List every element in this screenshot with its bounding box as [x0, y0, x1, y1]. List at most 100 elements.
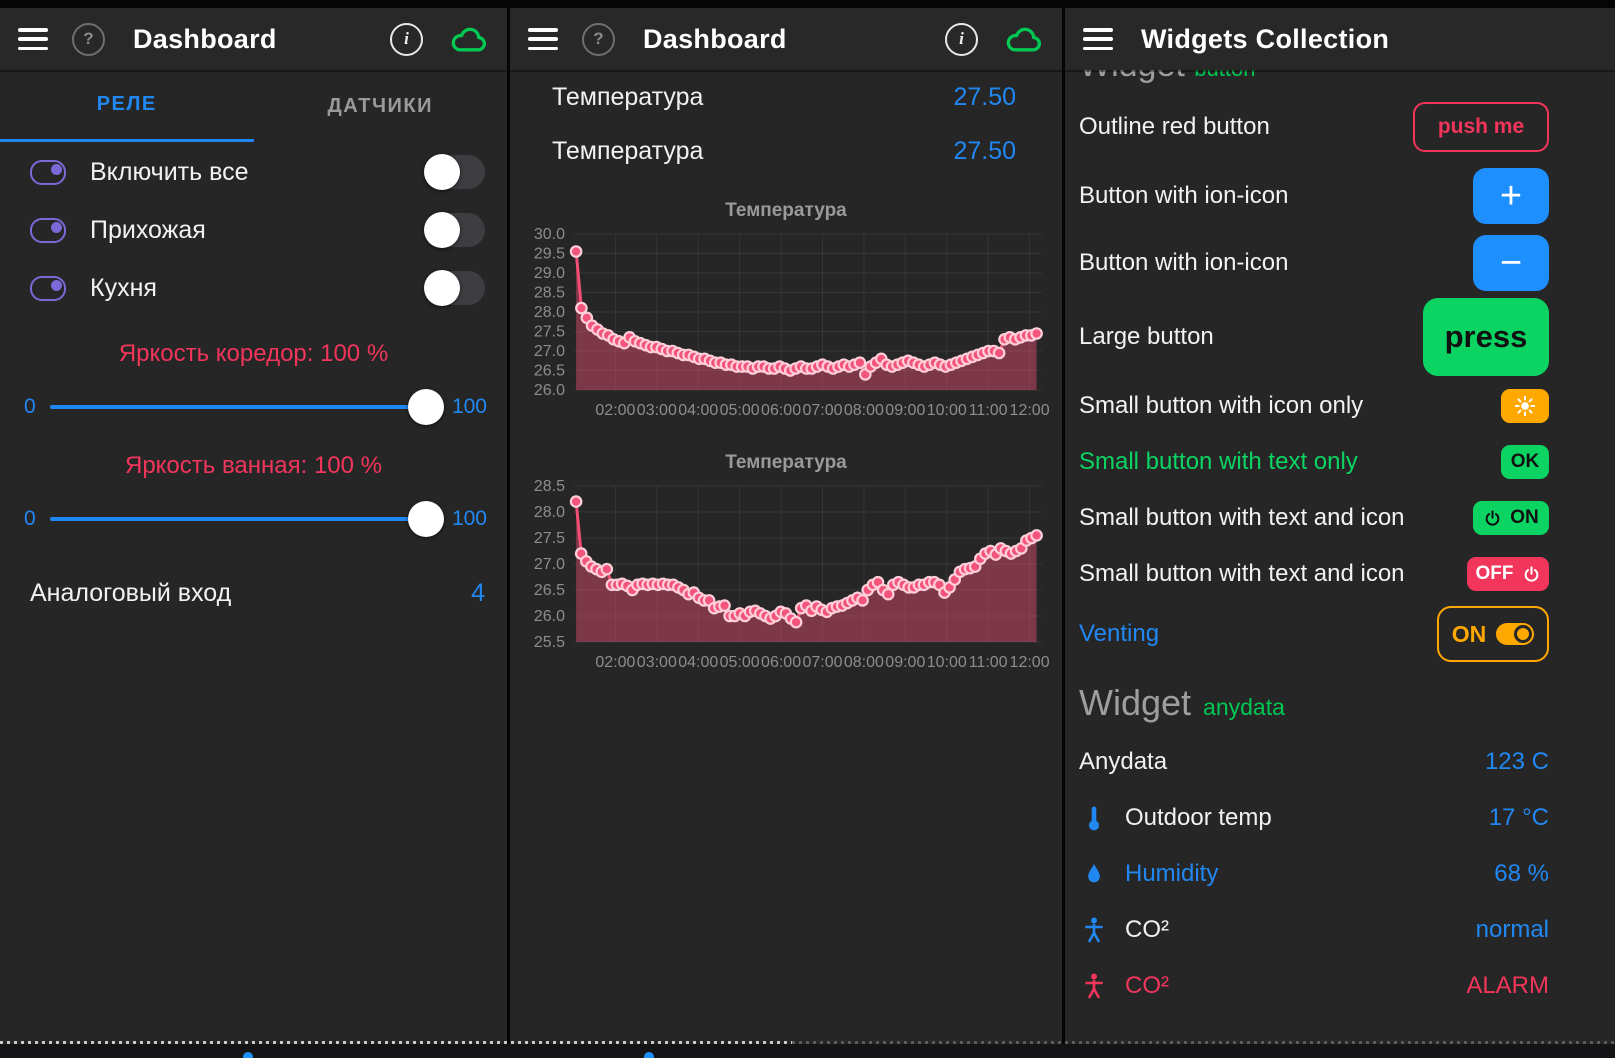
svg-text:02:00: 02:00 — [595, 654, 635, 671]
widget-row: Venting ON — [1065, 602, 1615, 666]
value-label: Температура — [552, 137, 703, 166]
analog-input-value: 4 — [471, 579, 485, 608]
thermometer-icon — [1083, 804, 1105, 832]
widget-label: Outline red button — [1079, 113, 1270, 141]
data-label: CO² — [1125, 972, 1466, 1000]
svg-text:11:00: 11:00 — [969, 654, 1008, 671]
widget-label: Venting — [1079, 620, 1159, 648]
switch-all-toggle[interactable] — [427, 155, 485, 189]
clipped-section-heading: Widget button — [1065, 70, 1615, 92]
value-label: Температура — [552, 83, 703, 112]
info-icon[interactable]: i — [390, 23, 423, 56]
data-value: normal — [1476, 916, 1549, 944]
menu-icon[interactable] — [18, 28, 48, 50]
svg-text:28.0: 28.0 — [534, 304, 565, 321]
temperature-chart-1[interactable]: 26.026.527.027.528.028.529.029.530.002:0… — [516, 226, 1056, 426]
svg-text:26.5: 26.5 — [534, 363, 565, 380]
widget-row: Small button with text and icon ON — [1065, 490, 1615, 546]
data-label: Outdoor temp — [1125, 804, 1489, 832]
svg-text:04:00: 04:00 — [678, 654, 718, 671]
widget-label: Small button with text and icon — [1079, 504, 1405, 532]
app-bar: ? Dashboard i — [510, 8, 1062, 70]
water-drop-icon — [1084, 861, 1104, 887]
section-heading-anydata: Widget anydata — [1079, 682, 1615, 728]
slider-handle[interactable] — [408, 389, 444, 425]
slider-corridor-label: Яркость коредор: 100 % — [0, 340, 507, 368]
status-bar — [510, 0, 1062, 8]
svg-text:29.5: 29.5 — [534, 246, 565, 263]
svg-text:06:00: 06:00 — [761, 654, 801, 671]
svg-text:12:00: 12:00 — [1010, 402, 1050, 419]
slider-min: 0 — [24, 507, 36, 531]
panel-dashboard-middle: ? Dashboard i Температура 27.50 Температ… — [510, 0, 1062, 1058]
svg-text:09:00: 09:00 — [885, 654, 925, 671]
page-title: Widgets Collection — [1141, 24, 1597, 55]
switch-row-all: Включить все — [0, 144, 507, 200]
svg-text:26.0: 26.0 — [534, 608, 565, 625]
widget-label: Button with ion-icon — [1079, 249, 1288, 277]
switch-hallway-toggle[interactable] — [427, 213, 485, 247]
switch-row-kitchen: Кухня — [0, 260, 507, 316]
svg-text:28.5: 28.5 — [534, 478, 565, 495]
data-label: CO² — [1125, 916, 1476, 944]
on-button[interactable]: ON — [1473, 501, 1549, 535]
widget-row: Large button press — [1065, 296, 1615, 378]
switch-label: Включить все — [90, 158, 427, 187]
data-value: 17 °C — [1489, 804, 1549, 832]
tab-datchiki[interactable]: ДАТЧИКИ — [254, 70, 508, 142]
data-row-humidity: Humidity 68 % — [1065, 846, 1615, 902]
press-button[interactable]: press — [1423, 298, 1549, 376]
help-icon[interactable]: ? — [582, 23, 615, 56]
data-label: Humidity — [1125, 860, 1494, 888]
data-value: 68 % — [1494, 860, 1549, 888]
svg-text:05:00: 05:00 — [720, 654, 760, 671]
svg-text:04:00: 04:00 — [678, 402, 718, 419]
app-bar: ? Dashboard i — [0, 8, 507, 70]
panel-dashboard-left: ? Dashboard i РЕЛЕ ДАТЧИКИ Включить все … — [0, 0, 507, 1058]
tab-rele[interactable]: РЕЛЕ — [0, 70, 254, 142]
push-me-button[interactable]: push me — [1413, 102, 1549, 152]
menu-icon[interactable] — [528, 28, 558, 50]
switch-label: Кухня — [90, 274, 427, 303]
venting-toggle-button[interactable]: ON — [1437, 606, 1549, 662]
data-row-co2-normal: CO² normal — [1065, 902, 1615, 958]
panel-widgets-collection: Widgets Collection Widget button Outline… — [1065, 0, 1615, 1058]
brightness-button[interactable] — [1501, 389, 1549, 423]
svg-text:03:00: 03:00 — [637, 402, 677, 419]
svg-text:27.5: 27.5 — [534, 530, 565, 547]
temperature-chart-2[interactable]: 25.526.026.527.027.528.028.502:0003:0004… — [516, 478, 1056, 678]
switch-kitchen-toggle[interactable] — [427, 271, 485, 305]
data-value: 123 C — [1485, 748, 1549, 776]
cloud-status-icon[interactable] — [1004, 24, 1044, 54]
app-bar: Widgets Collection — [1065, 8, 1615, 70]
svg-text:27.0: 27.0 — [534, 556, 565, 573]
cloud-status-icon[interactable] — [449, 24, 489, 54]
menu-icon[interactable] — [1083, 28, 1113, 50]
slider-handle[interactable] — [408, 501, 444, 537]
ok-button[interactable]: OK — [1501, 445, 1549, 479]
plus-button[interactable]: + — [1473, 168, 1549, 224]
info-icon[interactable]: i — [945, 23, 978, 56]
svg-text:03:00: 03:00 — [637, 654, 677, 671]
off-button[interactable]: OFF — [1467, 557, 1549, 591]
svg-text:27.5: 27.5 — [534, 324, 565, 341]
slider-track[interactable] — [50, 388, 438, 426]
slider-min: 0 — [24, 395, 36, 419]
data-value: ALARM — [1466, 972, 1549, 1000]
svg-text:28.0: 28.0 — [534, 504, 565, 521]
help-icon[interactable]: ? — [72, 23, 105, 56]
dashed-divider — [0, 1041, 792, 1044]
svg-text:25.5: 25.5 — [534, 634, 565, 651]
page-title: Dashboard — [643, 24, 945, 55]
widget-row: Button with ion-icon + — [1065, 162, 1615, 229]
svg-text:29.0: 29.0 — [534, 265, 565, 282]
data-label: Anydata — [1079, 748, 1485, 776]
chart-title: Температура — [510, 452, 1062, 474]
status-bar — [0, 0, 507, 8]
minus-button[interactable]: − — [1473, 235, 1549, 291]
slider-max: 100 — [452, 395, 487, 419]
svg-text:02:00: 02:00 — [595, 402, 635, 419]
slider-track[interactable] — [50, 500, 438, 538]
toggle-on-icon — [1496, 623, 1534, 645]
svg-text:07:00: 07:00 — [802, 402, 842, 419]
